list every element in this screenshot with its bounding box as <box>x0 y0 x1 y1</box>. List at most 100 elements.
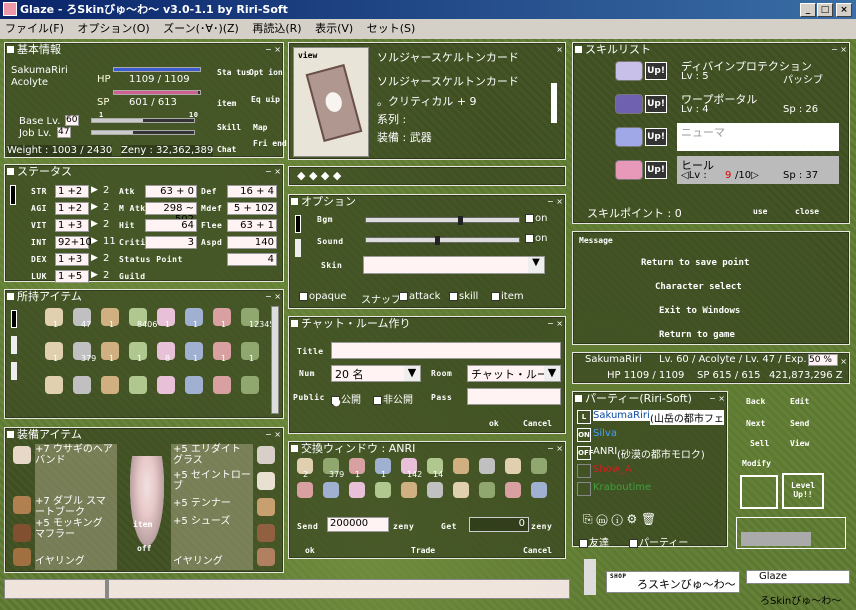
skill-use-button[interactable]: use <box>753 207 767 216</box>
equip-weapon[interactable]: +7 ダブル スマートブーク <box>35 496 115 518</box>
chevron-down-icon[interactable]: ▼ <box>528 257 544 273</box>
chevron-down-icon[interactable]: ▼ <box>544 366 560 381</box>
chat-button[interactable]: Chat <box>217 145 236 154</box>
trade-item-icon[interactable] <box>401 482 417 498</box>
window-controls[interactable]: − × <box>707 394 725 403</box>
level-up-button[interactable]: Level Up!! <box>782 473 824 509</box>
next-button[interactable]: Next <box>746 419 765 428</box>
tab-marker[interactable] <box>11 310 17 328</box>
equip-item-button[interactable]: item <box>133 520 152 529</box>
party-member-name[interactable]: ANRI <box>593 446 617 457</box>
equip-glasses[interactable]: +5 エリダイト グラス <box>173 444 253 466</box>
equip-shield[interactable]: +5 テンナー <box>173 494 231 509</box>
return-game[interactable]: Return to game <box>659 330 735 340</box>
equip-off-button[interactable]: off <box>137 544 151 553</box>
menu-option[interactable]: オプション(O) <box>77 22 149 35</box>
num-select[interactable]: 20 名 ▼ <box>331 365 421 382</box>
friend-button[interactable]: Fri end <box>253 140 287 148</box>
opaque-checkbox[interactable]: opaque <box>299 291 346 302</box>
menu-set[interactable]: セット(S) <box>367 22 416 35</box>
weapon-icon[interactable] <box>13 496 31 514</box>
skill-icon[interactable] <box>615 160 643 180</box>
trade-item-icon[interactable] <box>531 482 547 498</box>
skill-icon[interactable] <box>615 61 643 81</box>
skill-up-button[interactable]: Up! <box>645 95 667 113</box>
shop-sign[interactable]: SHOP ろスキンびゅ〜わ〜 <box>606 571 740 593</box>
party-member-name[interactable]: Kraboutime <box>593 482 651 493</box>
chat-cancel-button[interactable]: Cancel <box>523 419 552 428</box>
party-member-name[interactable]: Silva <box>593 428 617 439</box>
window-controls[interactable]: − × <box>263 292 281 301</box>
pass-input[interactable] <box>467 388 561 405</box>
chevron-down-icon[interactable]: ▼ <box>404 366 420 381</box>
trade-cancel-button[interactable]: Cancel <box>523 546 552 555</box>
window-controls[interactable]: − × <box>263 430 281 439</box>
trade-item-icon[interactable] <box>427 482 443 498</box>
trade-item-icon[interactable] <box>453 458 469 474</box>
inventory-item-icon[interactable] <box>129 376 147 394</box>
party-member-name[interactable]: SakumaRiri <box>593 410 650 421</box>
tab-marker[interactable] <box>11 362 17 380</box>
stat-up-arrow[interactable]: ▶ <box>91 253 98 263</box>
map-button[interactable]: Map <box>253 123 267 132</box>
headgear-icon[interactable] <box>13 446 31 464</box>
minimize-button[interactable]: _ <box>800 3 816 17</box>
return-save-point[interactable]: Return to save point <box>641 258 749 268</box>
skill-icon[interactable] <box>615 127 643 147</box>
equip-button[interactable]: Eq uip <box>251 96 280 104</box>
inventory-item-icon[interactable] <box>101 376 119 394</box>
glaze-tag[interactable]: Glaze <box>746 570 850 584</box>
equip-shoes[interactable]: +5 シューズ <box>173 516 253 527</box>
earring-icon[interactable] <box>257 548 275 566</box>
closed-radio[interactable]: 非公開 <box>373 391 413 406</box>
room-select[interactable]: チャット・ルー ▼ <box>467 365 561 382</box>
trade-item-icon[interactable] <box>349 482 365 498</box>
tab-marker[interactable] <box>295 239 301 257</box>
tab-marker[interactable] <box>11 336 17 354</box>
window-controls[interactable]: − × <box>545 319 563 328</box>
window-controls[interactable]: − × <box>829 45 847 54</box>
skill-up-button[interactable]: Up! <box>645 62 667 80</box>
trade-item-icon[interactable] <box>479 458 495 474</box>
menu-zoom[interactable]: ズーン(･∀･)(Z) <box>163 22 239 35</box>
inventory-item-icon[interactable] <box>73 376 91 394</box>
window-controls[interactable]: − × <box>263 167 281 176</box>
chat-title-input[interactable] <box>331 342 561 359</box>
skill-row[interactable]: ヒール ◁Lv : 9/10▷ Sp : 37 <box>677 156 839 184</box>
skill-checkbox[interactable]: skill <box>449 291 478 302</box>
party-checkbox[interactable]: パーティー <box>629 534 688 549</box>
trade-item-icon[interactable] <box>375 482 391 498</box>
send-zeny-input[interactable]: 200000 <box>327 517 389 532</box>
send-button[interactable]: Send <box>790 419 809 428</box>
window-controls[interactable]: − × <box>545 444 563 453</box>
equip-head[interactable]: +7 ウサギのヘアバンド <box>35 444 115 466</box>
card-scrollbar[interactable] <box>551 83 557 123</box>
skill-row[interactable]: ディバインプロテクション Lv : 5 パッシブ <box>677 57 839 86</box>
trade-ok-button[interactable]: ok <box>305 546 315 555</box>
stat-up-arrow[interactable]: ▶ <box>91 236 98 246</box>
menu-file[interactable]: ファイル(F) <box>5 22 64 35</box>
attack-checkbox[interactable]: ✓attack <box>399 291 440 304</box>
party-tool-icons[interactable]: ⎘ ⓜ ⓘ ⚙ 🗑 <box>583 512 656 527</box>
equip-garment[interactable]: +5 モッキング マフラー <box>35 518 115 540</box>
card-slot-icons[interactable]: ◆ ◆ ◆ ◆ <box>297 169 341 182</box>
bgm-on[interactable]: on <box>525 213 547 224</box>
close-icon[interactable]: × <box>545 45 563 54</box>
window-controls[interactable]: − × <box>545 197 563 206</box>
tab-marker[interactable] <box>295 215 301 233</box>
character-select[interactable]: Character select <box>655 282 742 292</box>
chat-scroll[interactable] <box>584 559 596 595</box>
stat-up-arrow[interactable]: ▶ <box>91 202 98 212</box>
stat-up-arrow[interactable]: ▶ <box>91 185 98 195</box>
garment-icon[interactable] <box>13 524 31 542</box>
stat-up-arrow[interactable]: ▶ <box>91 219 98 229</box>
skill-up-button[interactable]: Up! <box>645 161 667 179</box>
equip-accessory-right[interactable]: イヤリング <box>173 552 223 567</box>
trade-item-icon[interactable] <box>505 458 521 474</box>
edit-button[interactable]: Edit <box>790 397 809 406</box>
inventory-item-icon[interactable] <box>185 376 203 394</box>
skill-row[interactable]: ニューマ <box>677 123 839 151</box>
status-button[interactable]: Sta tus <box>217 69 251 77</box>
skill-row[interactable]: ワープポータル Lv : 4 Sp : 26 <box>677 90 839 118</box>
menu-reload[interactable]: 再読込(R) <box>252 22 301 35</box>
